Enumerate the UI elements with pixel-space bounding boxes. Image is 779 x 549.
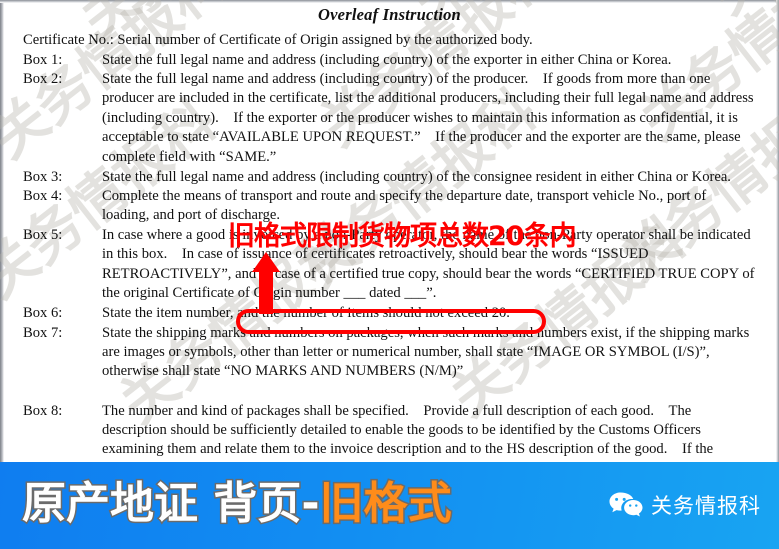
banner-title-white: 原产地证 背页- xyxy=(21,477,322,531)
document-body: Overleaf Instruction Certificate No.: Se… xyxy=(0,0,779,462)
box-label: Box 8: xyxy=(23,402,63,419)
wechat-icon xyxy=(609,492,643,517)
box-label: Box 3: xyxy=(23,168,63,185)
box-label: Box 5: xyxy=(23,227,63,243)
instruction-line-box8: Box 8: The number and kind of packages sh… xyxy=(23,402,768,460)
banner-title-orange: 旧格式 xyxy=(318,477,453,531)
instruction-line-box2: Box 2: State the full legal name and addr… xyxy=(23,70,768,167)
box-label: Box 1: xyxy=(23,51,63,68)
wechat-account-block[interactable]: 关务情报科 xyxy=(609,490,761,520)
instruction-line: Certificate No.: Serial number of Certif… xyxy=(23,31,768,50)
instruction-text: The number and kind of packages shall be… xyxy=(102,402,714,458)
instruction-text: Complete the means of transport and rout… xyxy=(102,188,707,224)
box-label: Box 2: xyxy=(23,71,63,87)
instruction-text: State the full legal name and address (i… xyxy=(102,51,672,68)
instruction-text: State the full legal name and address (i… xyxy=(102,71,754,165)
instruction-text: In case where a good is invoiced by a no… xyxy=(102,227,755,302)
box-label: Box 6: xyxy=(23,305,63,321)
instruction-text: Certificate No.: Serial number of Certif… xyxy=(23,32,533,48)
instruction-text: State the item number, and the number of… xyxy=(102,305,510,321)
page-title: Overleaf Instruction xyxy=(318,5,461,24)
instruction-line-box3: Box 3: State the full legal name and addr… xyxy=(23,168,768,187)
box-label: Box 4: xyxy=(23,188,63,204)
box-label: Box 7: xyxy=(23,324,63,341)
wechat-account-name: 关务情报科 xyxy=(651,494,761,518)
instruction-text: State the shipping marks and numbers on … xyxy=(102,324,750,380)
banner-title: 原产地证 背页-旧格式 xyxy=(21,476,454,532)
instruction-line-box7: Box 7: State the shipping marks and numbe… xyxy=(23,324,768,382)
bottom-banner: 原产地证 背页-旧格式 关务情报科 xyxy=(0,462,779,549)
scanned-document-page: 关务情报科 关务情报科 关务情报科 关务情报科 关务情报科 关务情报科 关务情报… xyxy=(0,0,779,462)
instruction-line-box5: Box 5: In case where a good is invoiced b… xyxy=(23,226,768,304)
instruction-text: State the full legal name and address (i… xyxy=(102,168,731,185)
instruction-line-box4: Box 4: Complete the means of transport an… xyxy=(23,187,768,226)
instruction-line-box1: Box 1: State the full legal name and addr… xyxy=(23,51,768,70)
instruction-line-box6: Box 6: State the item number, and the num… xyxy=(23,304,768,323)
